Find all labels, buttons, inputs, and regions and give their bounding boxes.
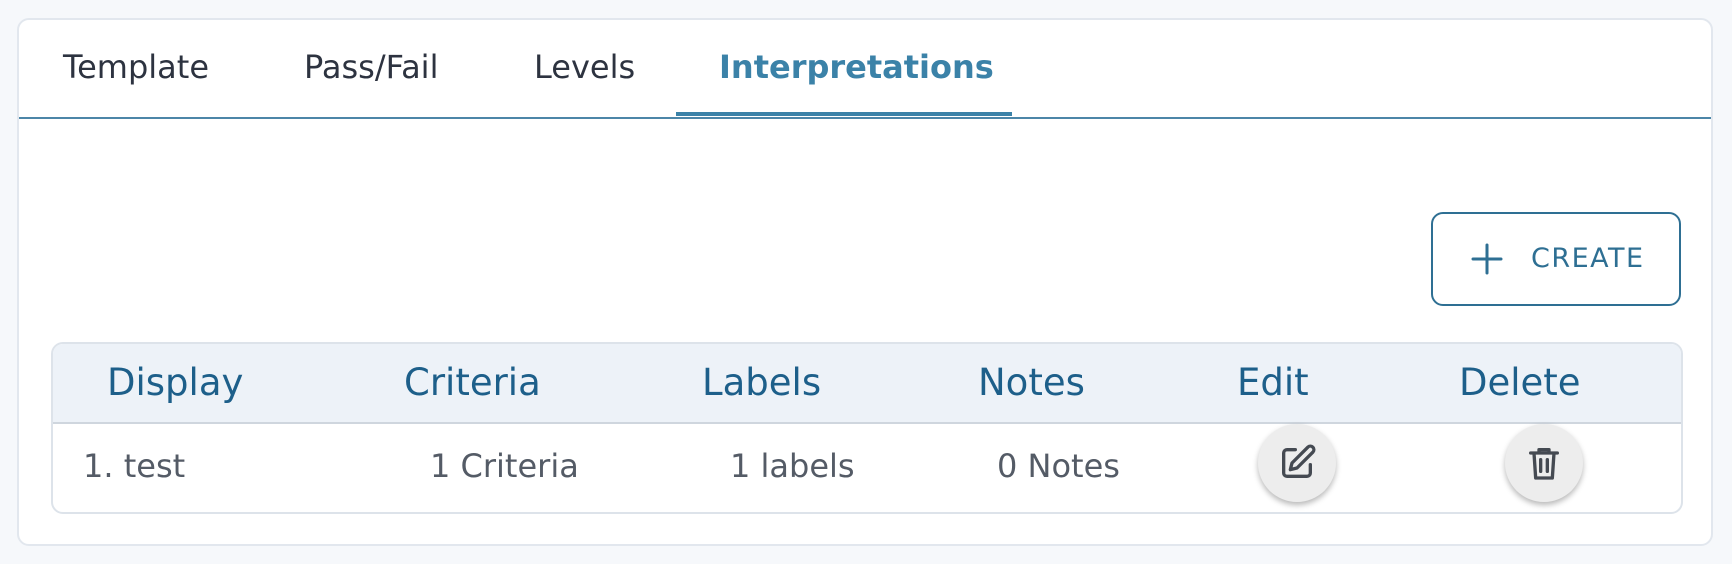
cell-criteria: 1 Criteria bbox=[430, 447, 579, 485]
cell-labels: 1 labels bbox=[730, 447, 855, 485]
table-header: Display Criteria Labels Notes Edit Delet… bbox=[53, 344, 1681, 424]
tab-pass-fail[interactable]: Pass/Fail bbox=[304, 20, 438, 117]
column-header-labels: Labels bbox=[702, 361, 822, 404]
interpretations-table: Display Criteria Labels Notes Edit Delet… bbox=[51, 342, 1683, 514]
tab-interpretations[interactable]: Interpretations bbox=[719, 20, 994, 117]
interpretations-card: Template Pass/Fail Levels Interpretation… bbox=[17, 18, 1713, 546]
tab-levels[interactable]: Levels bbox=[534, 20, 635, 117]
column-header-notes: Notes bbox=[978, 361, 1085, 404]
column-header-edit: Edit bbox=[1237, 361, 1309, 404]
tab-bar: Template Pass/Fail Levels Interpretation… bbox=[19, 20, 1711, 119]
create-button[interactable]: CREATE bbox=[1431, 212, 1681, 306]
create-button-label: CREATE bbox=[1531, 243, 1645, 274]
column-header-criteria: Criteria bbox=[404, 361, 541, 404]
active-tab-indicator bbox=[676, 112, 1012, 116]
tab-template[interactable]: Template bbox=[63, 20, 209, 117]
trash-icon bbox=[1529, 448, 1559, 480]
cell-display: 1. test bbox=[83, 447, 186, 485]
column-header-display: Display bbox=[107, 361, 244, 404]
cell-notes: 0 Notes bbox=[997, 447, 1120, 485]
edit-button[interactable] bbox=[1258, 424, 1336, 502]
pencil-square-icon bbox=[1282, 444, 1316, 478]
column-header-delete: Delete bbox=[1459, 361, 1581, 404]
plus-icon bbox=[1471, 243, 1503, 275]
delete-button[interactable] bbox=[1505, 424, 1583, 502]
